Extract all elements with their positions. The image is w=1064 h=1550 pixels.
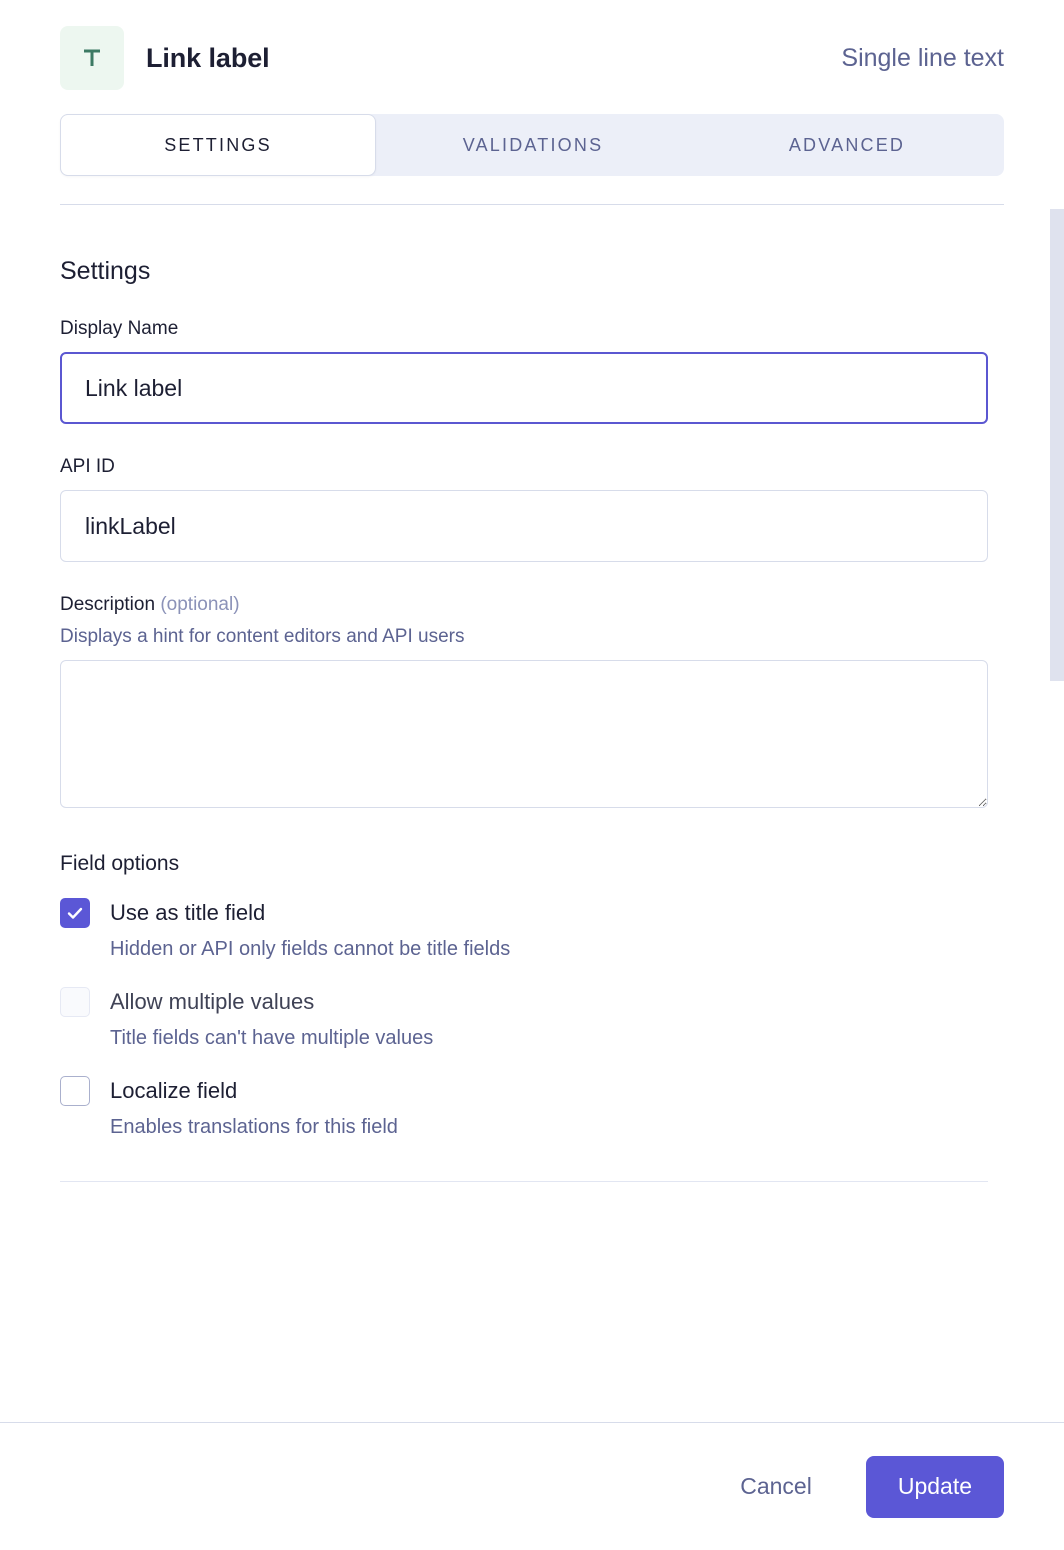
- description-label: Description (optional): [60, 594, 1004, 616]
- field-type-label: Single line text: [841, 43, 1004, 72]
- option-allow-multiple-values: Allow multiple values Title fields can't…: [60, 987, 1004, 1050]
- cancel-button[interactable]: Cancel: [718, 1459, 834, 1514]
- description-hint: Displays a hint for content editors and …: [60, 626, 465, 647]
- dialog-footer: Cancel Update: [0, 1422, 1064, 1550]
- description-textarea[interactable]: [60, 660, 988, 808]
- option-localize-field-label: Localize field: [110, 1078, 238, 1103]
- option-use-as-title-field-label: Use as title field: [110, 900, 266, 925]
- page-title: Link label: [146, 42, 270, 73]
- field-settings-dialog: Link label Single line text SETTINGS VAL…: [0, 0, 1064, 1550]
- api-id-label: API ID: [60, 456, 115, 477]
- section-title: Settings: [60, 257, 151, 285]
- description-label-text: Description: [60, 594, 156, 615]
- display-name-input[interactable]: [60, 352, 988, 424]
- option-use-as-title-field-row[interactable]: Use as title field: [60, 898, 1004, 928]
- description-optional-tag: (optional): [160, 594, 240, 615]
- single-line-text-icon: [60, 26, 124, 90]
- option-use-as-title-field: Use as title field Hidden or API only fi…: [60, 898, 1004, 961]
- field-options-title: Field options: [60, 852, 180, 875]
- tab-bar: SETTINGS VALIDATIONS ADVANCED: [60, 114, 1004, 176]
- tab-advanced[interactable]: ADVANCED: [690, 114, 1004, 176]
- option-localize-field-row[interactable]: Localize field: [60, 1076, 1004, 1106]
- option-use-as-title-field-description: Hidden or API only fields cannot be titl…: [110, 938, 511, 960]
- option-allow-multiple-values-description: Title fields can't have multiple values: [110, 1027, 434, 1049]
- option-localize-field-description: Enables translations for this field: [110, 1116, 398, 1138]
- checkbox-use-as-title-field[interactable]: [60, 898, 90, 928]
- settings-scroll-area: Settings Display Name API ID Description…: [0, 205, 1064, 1422]
- section-divider: [60, 1181, 988, 1182]
- description-field-block: Description (optional) Displays a hint f…: [60, 594, 1004, 808]
- display-name-label: Display Name: [60, 318, 179, 339]
- checkbox-allow-multiple-values: [60, 987, 90, 1017]
- tab-settings[interactable]: SETTINGS: [60, 114, 376, 176]
- option-allow-multiple-values-label: Allow multiple values: [110, 989, 315, 1014]
- update-button[interactable]: Update: [865, 1455, 1004, 1518]
- tab-validations[interactable]: VALIDATIONS: [376, 114, 690, 176]
- api-id-field-block: API ID: [60, 456, 1004, 562]
- option-allow-multiple-values-row: Allow multiple values: [60, 987, 1004, 1017]
- checkbox-localize-field[interactable]: [60, 1076, 90, 1106]
- vertical-scrollbar[interactable]: [1048, 205, 1064, 1422]
- display-name-field-block: Display Name: [60, 318, 1004, 424]
- dialog-header: Link label Single line text SETTINGS VAL…: [0, 0, 1064, 205]
- scrollbar-thumb[interactable]: [1050, 209, 1064, 681]
- api-id-input[interactable]: [60, 490, 988, 562]
- option-localize-field: Localize field Enables translations for …: [60, 1076, 1004, 1139]
- header-row: Link label Single line text: [60, 26, 1004, 90]
